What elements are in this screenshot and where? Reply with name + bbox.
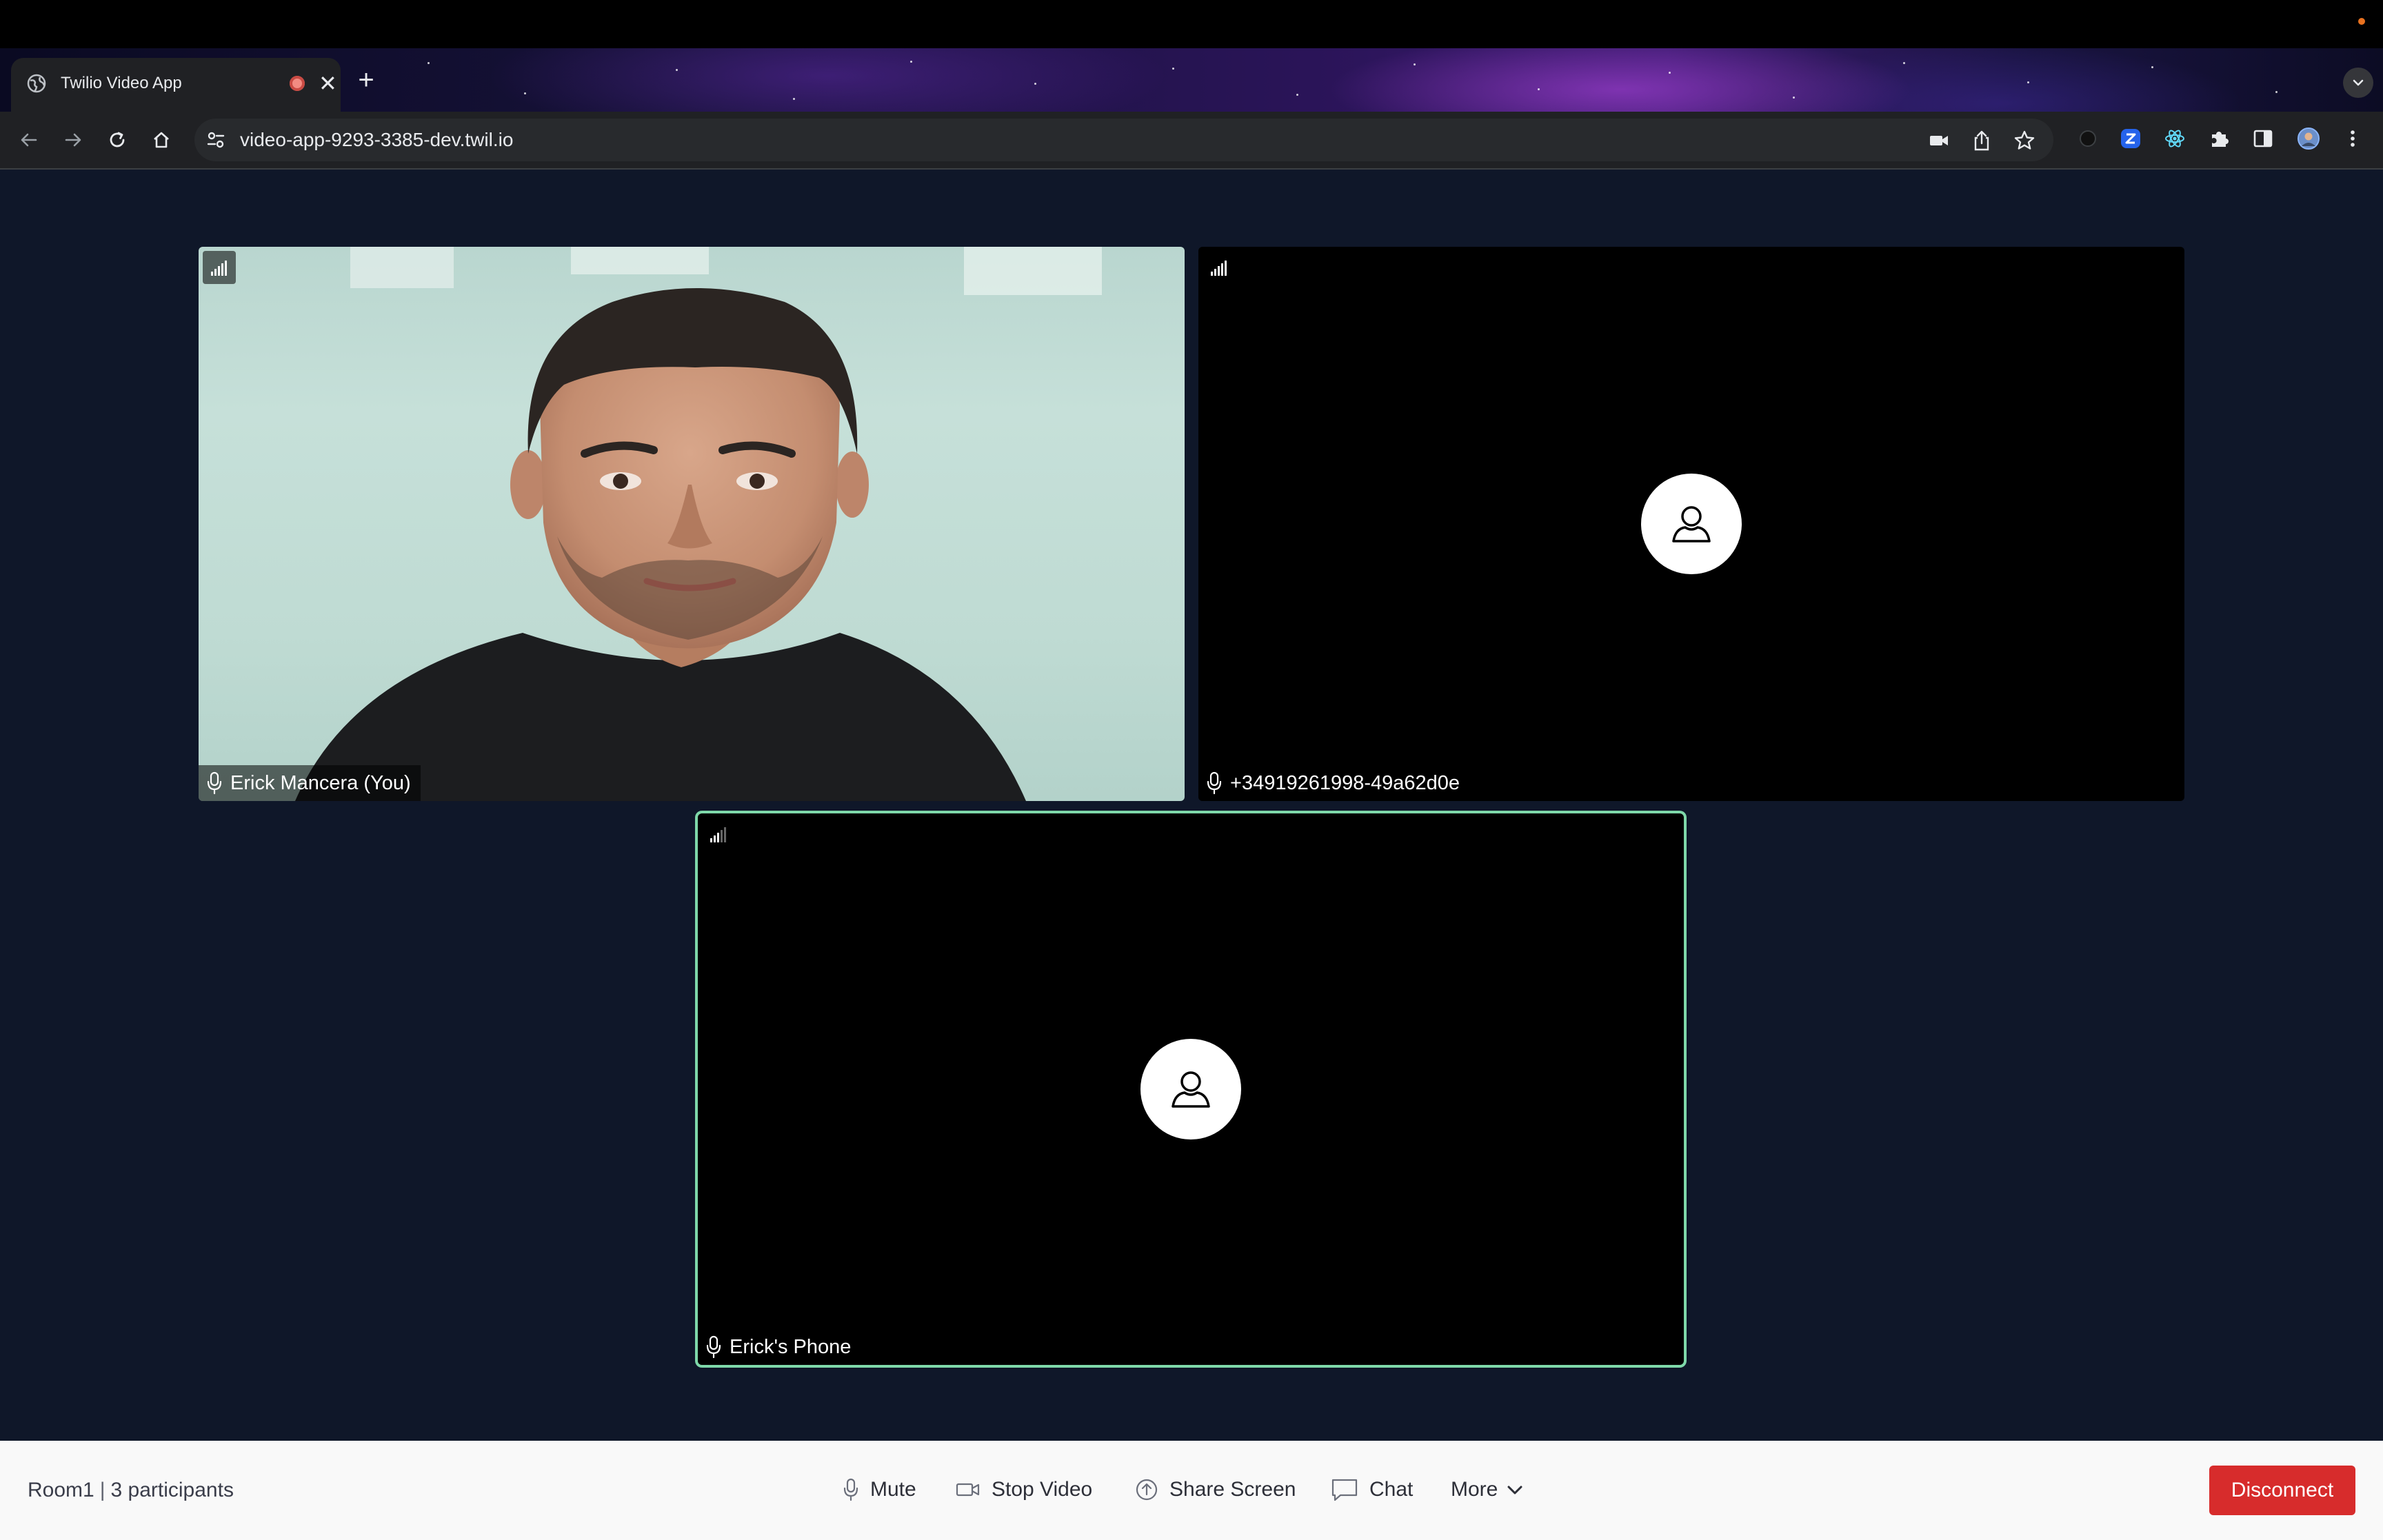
participant-tile-local[interactable]: Erick Mancera (You)	[199, 247, 1185, 801]
site-info-icon[interactable]	[204, 128, 228, 152]
top-system-strip	[0, 0, 2383, 48]
share-icon[interactable]	[1971, 130, 1993, 152]
local-video-image	[295, 247, 1102, 801]
tab-search-button[interactable]	[2343, 68, 2373, 98]
local-video-feed	[199, 247, 1185, 801]
microphone-icon	[706, 1335, 721, 1359]
room-info: Room1 | 3 participants	[28, 1477, 234, 1504]
microphone-icon	[207, 771, 222, 795]
room-info-separator: |	[99, 1479, 105, 1501]
participant-name: +34919261998-49a62d0e	[1230, 772, 1460, 794]
participant-name-tag: Erick Mancera (You)	[199, 765, 421, 801]
address-bar[interactable]: video-app-9293-3385-dev.twil.io	[194, 119, 2053, 161]
disconnect-button[interactable]: Disconnect	[2209, 1466, 2355, 1515]
react-devtools-icon[interactable]	[2160, 123, 2190, 154]
new-tab-button[interactable]: +	[350, 65, 382, 97]
arrow-right-icon	[65, 133, 81, 147]
home-button[interactable]	[145, 123, 178, 156]
share-screen-icon	[1136, 1479, 1158, 1501]
profile-avatar[interactable]	[2293, 123, 2324, 154]
globe-icon	[27, 74, 46, 93]
extension-z-icon[interactable]	[2115, 123, 2146, 154]
bookmark-star-icon[interactable]	[2013, 130, 2035, 152]
puzzle-extensions-icon[interactable]	[2204, 123, 2234, 154]
notification-dot	[2358, 18, 2365, 25]
participant-tile-remote-1[interactable]: +34919261998-49a62d0e	[1198, 247, 2184, 801]
arrow-left-icon	[21, 133, 37, 147]
more-menu-icon[interactable]	[2337, 123, 2368, 154]
participant-name: Erick's Phone	[730, 1336, 852, 1358]
mute-button[interactable]: Mute	[843, 1472, 916, 1507]
participant-tile-remote-2-dominant[interactable]: Erick's Phone	[698, 813, 1684, 1365]
participant-name-tag: Erick's Phone	[698, 1329, 861, 1365]
room-name: Room1	[28, 1479, 94, 1501]
person-icon	[1172, 1071, 1210, 1108]
recording-indicator-icon	[290, 76, 305, 91]
avatar-placeholder	[1641, 474, 1742, 574]
mute-label: Mute	[870, 1478, 916, 1501]
stop-video-button[interactable]: Stop Video	[956, 1472, 1092, 1507]
participant-count: 3 participants	[110, 1479, 234, 1501]
more-button[interactable]: More	[1451, 1472, 1524, 1507]
chat-bubble-icon	[1331, 1479, 1358, 1501]
participant-name: Erick Mancera (You)	[230, 772, 411, 794]
call-controls-bar: Room1 | 3 participants Mute Stop Video Sha…	[0, 1441, 2383, 1540]
extension-dark-icon[interactable]	[2073, 123, 2103, 154]
home-icon	[154, 132, 169, 148]
back-button[interactable]	[12, 123, 46, 156]
share-screen-button[interactable]: Share Screen	[1135, 1472, 1296, 1507]
share-screen-label: Share Screen	[1169, 1478, 1296, 1501]
network-quality-icon	[203, 251, 236, 284]
chevron-down-icon	[1507, 1486, 1522, 1495]
tab-title: Twilio Video App	[61, 74, 182, 92]
chat-label: Chat	[1369, 1478, 1414, 1501]
reload-icon	[110, 132, 125, 148]
network-quality-icon	[710, 827, 726, 842]
side-panel-icon[interactable]	[2248, 123, 2278, 154]
reload-button[interactable]	[101, 123, 134, 156]
camera-icon[interactable]	[1928, 130, 1950, 152]
tab-close-icon[interactable]: ✕	[319, 70, 337, 97]
microphone-icon	[843, 1478, 858, 1501]
screen: Twilio Video App ✕ + video-app-9293-3385…	[0, 0, 2383, 1540]
participant-name-tag: +34919261998-49a62d0e	[1198, 765, 1470, 801]
video-camera-icon	[956, 1483, 980, 1497]
network-quality-icon	[1211, 261, 1227, 276]
chat-button[interactable]: Chat	[1331, 1472, 1413, 1507]
url-text[interactable]: video-app-9293-3385-dev.twil.io	[240, 129, 513, 151]
tab-strip: Twilio Video App ✕ +	[0, 48, 2383, 112]
video-grid: Erick Mancera (You) +34919261998-49a62d0…	[0, 170, 2383, 1442]
person-icon	[1672, 506, 1711, 543]
forward-button[interactable]	[57, 123, 90, 156]
browser-toolbar: video-app-9293-3385-dev.twil.io	[0, 112, 2383, 168]
more-label: More	[1451, 1478, 1498, 1501]
avatar-placeholder	[1140, 1039, 1241, 1139]
browser-tab-active[interactable]: Twilio Video App ✕	[11, 58, 341, 112]
chevron-down-icon	[2353, 79, 2364, 86]
microphone-icon	[1207, 771, 1222, 795]
stop-video-label: Stop Video	[992, 1478, 1093, 1501]
